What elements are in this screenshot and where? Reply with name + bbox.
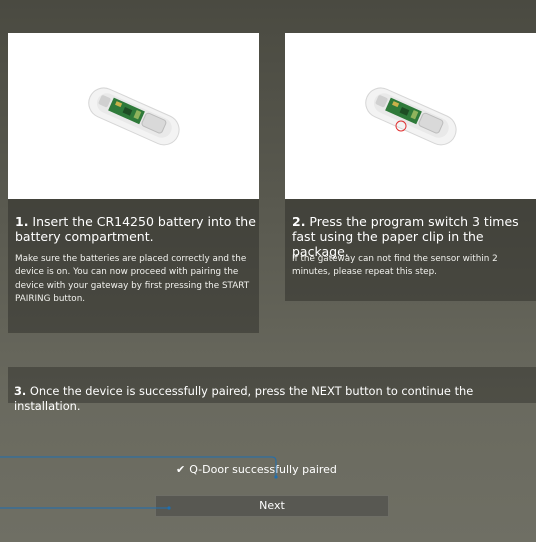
check-icon: ✔ xyxy=(176,463,186,476)
pairing-status: ✔ Q-Door successfully paired xyxy=(176,463,376,477)
step-2-description: If the gateway can not find the sensor w… xyxy=(292,254,498,278)
device-program-switch-image xyxy=(365,87,457,146)
pairing-status-text: Q-Door successfully paired xyxy=(189,463,337,476)
step-1-description: Make sure the batteries are placed corre… xyxy=(15,254,250,304)
device-battery-image xyxy=(88,87,180,146)
step-3-text: 3. Once the device is successfully paire… xyxy=(14,384,474,413)
next-button[interactable]: Next xyxy=(155,495,389,517)
step-1-title: 1. Insert the CR14250 battery into the b… xyxy=(15,214,256,244)
step-3-banner: 3. Once the device is successfully paire… xyxy=(8,367,536,413)
step-2-card: 2. Press the program switch 3 times fast… xyxy=(285,33,536,301)
step-1-card: 1. Insert the CR14250 battery into the b… xyxy=(8,33,259,333)
step-2-image xyxy=(285,33,536,199)
step-1-image xyxy=(8,33,259,199)
